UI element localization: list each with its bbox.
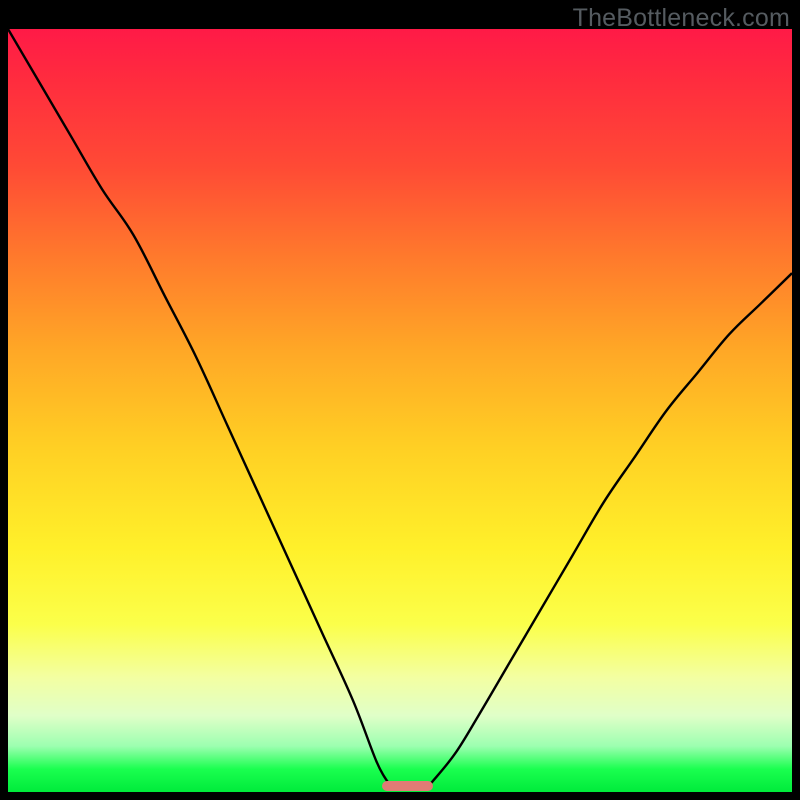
- chart-curves-layer: [8, 29, 792, 792]
- left-curve-path: [8, 29, 388, 783]
- right-curve-path: [431, 273, 792, 783]
- bottleneck-marker: [382, 781, 433, 791]
- chart-frame: [8, 29, 792, 792]
